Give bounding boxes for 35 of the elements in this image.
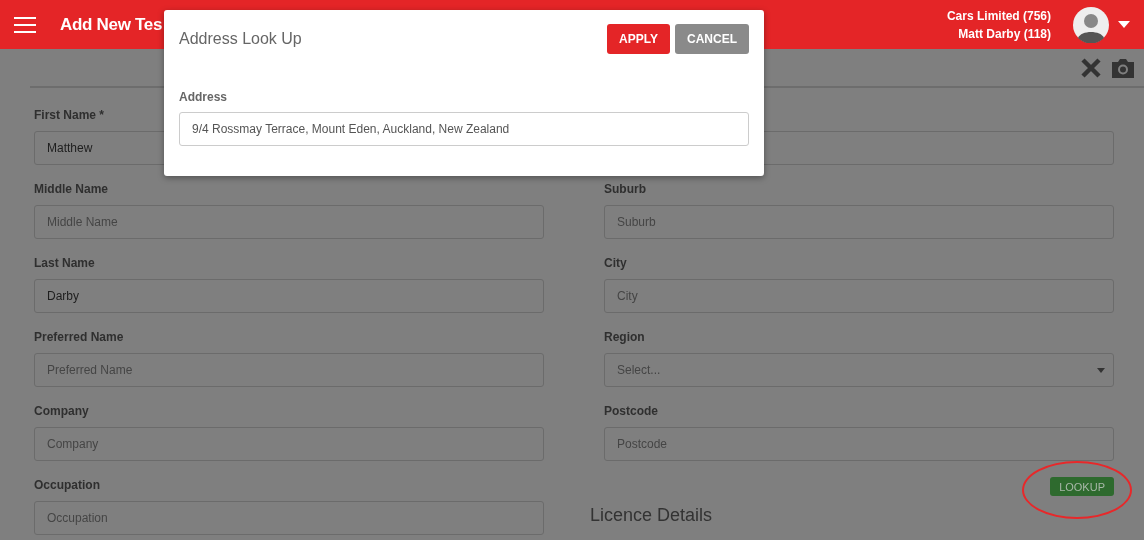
field-label: Middle Name xyxy=(34,181,108,197)
input-field[interactable]: Preferred Name xyxy=(34,353,544,387)
dialog-title: Address Look Up xyxy=(179,30,302,48)
field-label: Company xyxy=(34,403,89,419)
input-field[interactable]: Suburb xyxy=(604,205,1114,239)
apply-button[interactable]: APPLY xyxy=(607,24,670,54)
close-icon[interactable] xyxy=(1080,56,1102,79)
caret-icon xyxy=(1097,367,1105,373)
field-label: Occupation xyxy=(34,477,100,493)
input-field[interactable]: Darby xyxy=(34,279,544,313)
field-label: Last Name xyxy=(34,255,95,271)
field-label: First Name * xyxy=(34,107,105,123)
field-label: City xyxy=(604,255,627,271)
field-label: Region xyxy=(604,329,645,345)
address-field[interactable]: 9/4 Rossmay Terrace, Mount Eden, Auckland, New Zealand xyxy=(179,112,749,146)
cancel-button[interactable]: CANCEL xyxy=(675,24,749,54)
menu-icon[interactable] xyxy=(14,16,36,33)
region-dropdown[interactable]: Select... xyxy=(604,353,1114,387)
camera-icon[interactable] xyxy=(1110,56,1136,79)
input-field[interactable]: Company xyxy=(34,427,544,461)
avatar-icon[interactable] xyxy=(1073,6,1109,43)
account-name: Cars Limited (756) xyxy=(946,8,1051,23)
page-title: Add New Tes xyxy=(60,14,163,35)
input-field[interactable]: Middle Name xyxy=(34,205,544,239)
field-label: Postcode xyxy=(604,403,658,419)
section-heading: Licence Details xyxy=(590,504,714,526)
field-label: Address xyxy=(179,90,228,104)
input-field[interactable]: City xyxy=(604,279,1114,313)
field-label: Suburb xyxy=(604,181,646,197)
caret-icon[interactable] xyxy=(1118,21,1130,28)
user-name: Matt Darby (118) xyxy=(958,26,1051,41)
input-field[interactable]: Postcode xyxy=(604,427,1114,461)
input-field[interactable]: Occupation xyxy=(34,501,544,535)
lookup-button[interactable]: LOOKUP xyxy=(1050,477,1114,496)
field-label: Preferred Name xyxy=(34,329,124,345)
